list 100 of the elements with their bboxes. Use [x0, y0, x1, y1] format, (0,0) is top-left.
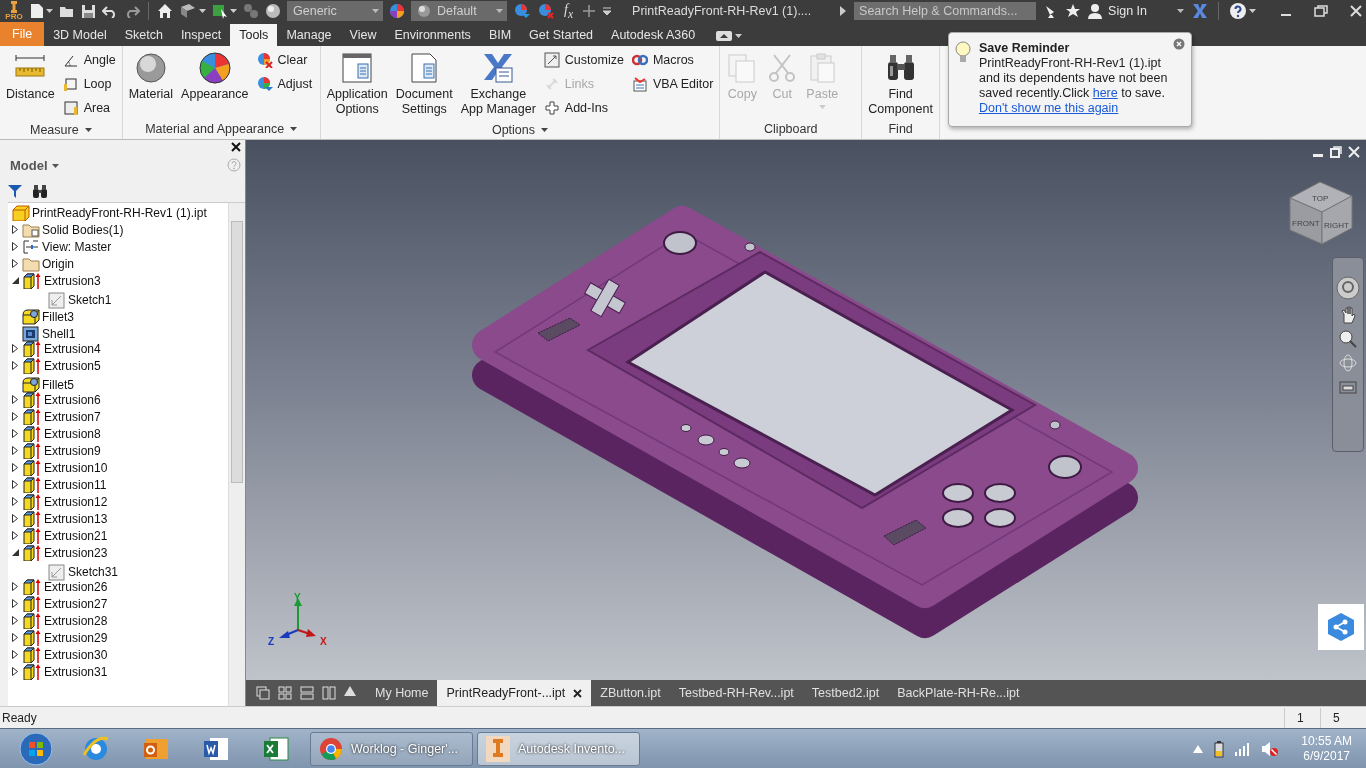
geometry-icon[interactable]: [243, 3, 259, 19]
tree-item[interactable]: Extrusion10: [10, 459, 108, 476]
material-icon[interactable]: [265, 3, 281, 19]
tree-item[interactable]: Extrusion11: [10, 476, 107, 493]
document-tab[interactable]: Testbed-RH-Rev...ipt: [669, 680, 803, 706]
pan-icon[interactable]: [1340, 306, 1356, 324]
tool-button[interactable]: Area: [59, 96, 119, 120]
tool-button[interactable]: Exchange App Manager: [457, 48, 539, 117]
tree-item[interactable]: Extrusion27: [10, 595, 108, 612]
start-button[interactable]: [18, 730, 54, 767]
ribbon-tab[interactable]: Inspect: [171, 24, 231, 46]
tree-item[interactable]: Extrusion28: [10, 612, 108, 629]
ribbon-tab[interactable]: Sketch: [115, 24, 172, 46]
ribbon-tab[interactable]: BIM: [479, 24, 521, 46]
tool-button[interactable]: Application Options: [323, 48, 391, 117]
signal-icon[interactable]: [1235, 741, 1252, 756]
tool-button[interactable]: Appearance: [178, 48, 252, 102]
spreadsheet-app-icon[interactable]: [262, 734, 290, 763]
tile-vertical-icon[interactable]: [322, 686, 336, 700]
tree-item[interactable]: Extrusion6: [10, 391, 101, 408]
tree-item[interactable]: Extrusion7: [10, 408, 101, 425]
sign-in-button[interactable]: Sign In: [1088, 3, 1147, 19]
projects-icon[interactable]: [179, 3, 197, 19]
search-field[interactable]: Search Help & Commands...: [854, 2, 1037, 20]
tree-item[interactable]: Extrusion21: [10, 527, 108, 544]
tree-item[interactable]: Shell1: [10, 325, 76, 343]
ribbon-tab[interactable]: Environments: [385, 24, 480, 46]
star-icon[interactable]: [1066, 4, 1081, 18]
ribbon-tab[interactable]: Get Started: [520, 24, 603, 46]
panel-title[interactable]: Material and Appearance: [125, 119, 317, 139]
tool-button[interactable]: VBA Editor: [628, 72, 717, 96]
cascade-icon[interactable]: [256, 686, 270, 700]
tree-item[interactable]: Sketch31: [36, 563, 119, 581]
select-icon[interactable]: [212, 3, 228, 19]
tree-item[interactable]: Origin: [10, 255, 74, 272]
expanded-icon[interactable]: [11, 549, 19, 556]
save-icon[interactable]: [81, 3, 96, 19]
tool-button[interactable]: Add-Ins: [540, 96, 627, 120]
tree-item[interactable]: Fillet3: [10, 308, 74, 326]
tool-button[interactable]: Document Settings: [392, 48, 456, 117]
exchange-icon[interactable]: [1192, 3, 1208, 19]
tree-item[interactable]: Fillet5: [10, 376, 74, 394]
ribbon-tab[interactable]: 3D Model: [44, 24, 116, 46]
open-icon[interactable]: [59, 4, 75, 18]
browser-icon[interactable]: [82, 734, 110, 763]
tree-item[interactable]: Extrusion26: [10, 578, 108, 595]
tool-button[interactable]: Angle: [59, 48, 119, 72]
steering-wheel-icon[interactable]: [1336, 276, 1360, 300]
ribbon-tab[interactable]: Tools: [230, 24, 278, 46]
parameters-button[interactable]: f$_{x}$: [561, 1, 577, 21]
expand-arrow-icon[interactable]: [840, 6, 847, 16]
plus-icon[interactable]: [582, 4, 597, 18]
document-tab[interactable]: ZButton.ipt: [591, 680, 670, 706]
tool-button[interactable]: Macros: [628, 48, 717, 72]
panel-title[interactable]: Options: [323, 120, 717, 139]
ribbon-tab[interactable]: View: [340, 24, 386, 46]
tree-item[interactable]: Extrusion30: [10, 646, 108, 663]
document-tab[interactable]: My Home: [366, 680, 438, 706]
tool-button[interactable]: Material: [125, 48, 177, 102]
material-dropdown[interactable]: Generic: [287, 1, 383, 21]
dismiss-link[interactable]: Don't show me this again: [979, 101, 1179, 116]
tool-button[interactable]: Customize: [540, 48, 627, 72]
share-button[interactable]: [1318, 604, 1364, 650]
tool-button[interactable]: Find Component: [865, 48, 936, 117]
tile-icon[interactable]: [278, 686, 292, 700]
restore-icon[interactable]: [1330, 146, 1342, 158]
tree-item[interactable]: Extrusion23: [10, 544, 108, 561]
tile-horizontal-icon[interactable]: [300, 686, 314, 700]
help-icon[interactable]: [1229, 2, 1247, 20]
document-tab[interactable]: BackPlate-RH-Re...ipt: [888, 680, 1029, 706]
tree-item[interactable]: Extrusion31: [10, 663, 108, 680]
browser-title[interactable]: Model: [10, 158, 59, 173]
color-wheel-icon[interactable]: [389, 3, 405, 19]
undo-icon[interactable]: [102, 4, 118, 18]
clear-appearance-icon[interactable]: [537, 3, 555, 19]
tree-item[interactable]: Sketch1: [36, 291, 112, 309]
tray-arrow-icon[interactable]: [1193, 744, 1204, 753]
binoculars-icon[interactable]: [32, 184, 48, 198]
home-icon[interactable]: [157, 3, 173, 19]
tree-item[interactable]: Extrusion9: [10, 442, 101, 459]
panel-toggle-icon[interactable]: [716, 31, 733, 41]
close-icon[interactable]: [573, 688, 583, 698]
save-link[interactable]: here: [1092, 86, 1118, 100]
battery-icon[interactable]: [1213, 739, 1226, 758]
tool-button[interactable]: Distance: [3, 48, 58, 102]
panel-title[interactable]: Measure: [3, 120, 119, 139]
tree-item[interactable]: View: Master: [10, 238, 112, 255]
tree-item[interactable]: Extrusion8: [10, 425, 101, 442]
restore-icon[interactable]: [1314, 5, 1328, 17]
adjust-appearance-icon[interactable]: [513, 3, 531, 19]
tool-button[interactable]: Adjust: [253, 72, 316, 96]
tool-button[interactable]: Loop: [59, 72, 119, 96]
filter-icon[interactable]: [8, 184, 22, 198]
tree-item[interactable]: Extrusion3: [10, 272, 101, 289]
tree-item[interactable]: Extrusion5: [10, 357, 101, 374]
tree-item[interactable]: Extrusion12: [10, 493, 108, 510]
tree-item[interactable]: Extrusion13: [10, 510, 108, 527]
tree-item[interactable]: Extrusion29: [10, 629, 108, 646]
speaker-muted-icon[interactable]: [1261, 740, 1280, 757]
document-tab[interactable]: PrintReadyFront-...ipt: [437, 680, 592, 706]
